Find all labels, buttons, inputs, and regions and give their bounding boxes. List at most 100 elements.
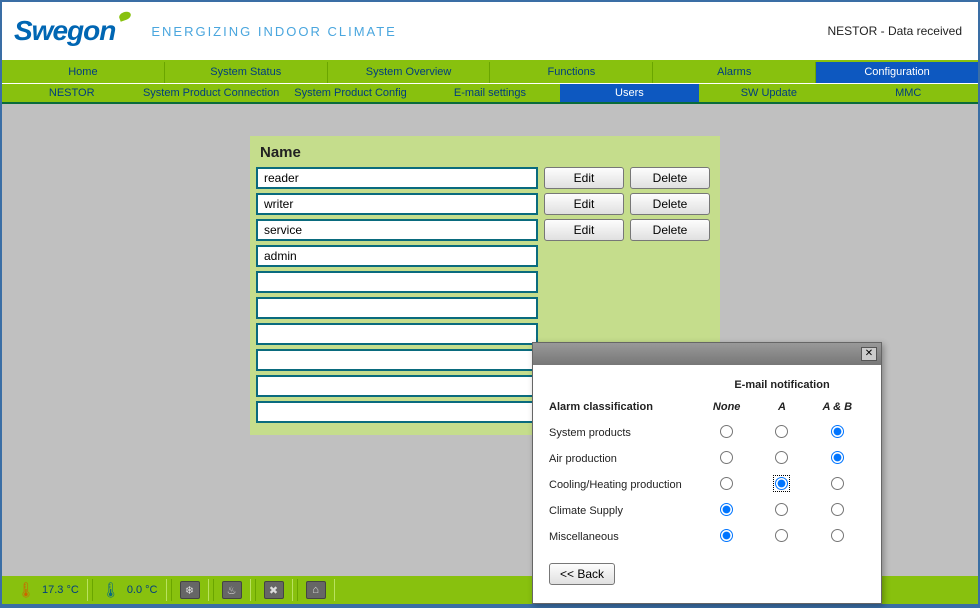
alarm-radio[interactable] <box>831 503 844 516</box>
dialog-body: E-mail notification Alarm classification… <box>533 365 881 603</box>
edit-button[interactable]: Edit <box>544 193 624 215</box>
user-name-input[interactable] <box>256 245 538 267</box>
close-icon[interactable]: ✕ <box>861 347 877 361</box>
radio-cell <box>810 477 865 493</box>
alarm-row-label: Air production <box>549 453 699 465</box>
footer-icon-heating[interactable]: ♨ <box>213 579 251 601</box>
footer-icon-home[interactable]: ⌂ <box>297 579 335 601</box>
user-row <box>256 245 714 267</box>
temp2-value: 0.0 °C <box>127 584 158 596</box>
thermometer-cold-icon: 🌡 <box>101 581 121 599</box>
nav2-tab-sw-update[interactable]: SW Update <box>699 84 838 102</box>
alarm-radio[interactable] <box>831 451 844 464</box>
content-area: Name EditDeleteEditDeleteEditDelete ✕ E-… <box>2 104 978 576</box>
user-name-input[interactable] <box>256 323 538 345</box>
edit-button[interactable]: Edit <box>544 219 624 241</box>
alarm-radio[interactable] <box>775 425 788 438</box>
alarm-row-label: Miscellaneous <box>549 531 699 543</box>
user-row <box>256 297 714 319</box>
nav1-tab-alarms[interactable]: Alarms <box>652 62 815 83</box>
radio-cell <box>699 477 754 493</box>
status-text: NESTOR - Data received <box>828 24 963 38</box>
user-row: Edit Delete <box>256 219 714 241</box>
radio-cell <box>810 425 865 441</box>
alarm-row-label: System products <box>549 427 699 439</box>
header: Swegon ENERGIZING INDOOR CLIMATE NESTOR … <box>2 2 978 62</box>
radio-cell <box>754 425 809 441</box>
app-window: Swegon ENERGIZING INDOOR CLIMATE NESTOR … <box>2 2 978 604</box>
logo-text: Swegon <box>14 15 115 46</box>
alarm-radio[interactable] <box>831 477 844 490</box>
user-name-input[interactable] <box>256 193 538 215</box>
nav1-tab-system-overview[interactable]: System Overview <box>327 62 490 83</box>
delete-button[interactable]: Delete <box>630 167 710 189</box>
nav1-tab-configuration[interactable]: Configuration <box>815 62 978 83</box>
alarm-row: Air production <box>549 451 865 467</box>
radio-cell <box>754 529 809 545</box>
user-name-input[interactable] <box>256 219 538 241</box>
delete-button[interactable]: Delete <box>630 193 710 215</box>
logo: Swegon <box>14 15 129 47</box>
nav2-tab-e-mail-settings[interactable]: E-mail settings <box>420 84 559 102</box>
user-row: Edit Delete <box>256 167 714 189</box>
heat-icon: ♨ <box>222 581 242 599</box>
tagline: ENERGIZING INDOOR CLIMATE <box>151 24 397 39</box>
alarm-row: Miscellaneous <box>549 529 865 545</box>
radio-cell <box>754 503 809 519</box>
alarm-row: Cooling/Heating production <box>549 477 865 493</box>
alarm-radio[interactable] <box>775 451 788 464</box>
leaf-icon <box>118 10 132 22</box>
radio-cell <box>754 451 809 467</box>
nav1-tab-system-status[interactable]: System Status <box>164 62 327 83</box>
radio-cell <box>754 477 809 493</box>
nav2-tab-users[interactable]: Users <box>560 84 699 102</box>
col-a-and-b: A & B <box>810 401 865 413</box>
alarm-row-label: Climate Supply <box>549 505 699 517</box>
alarm-radio[interactable] <box>720 477 733 490</box>
row-header-label: Alarm classification <box>549 401 699 413</box>
nav2-tab-nestor[interactable]: NESTOR <box>2 84 141 102</box>
nav2-tab-system-product-config[interactable]: System Product Config <box>281 84 420 102</box>
alarm-radio[interactable] <box>720 451 733 464</box>
user-name-input[interactable] <box>256 401 538 423</box>
alarm-radio[interactable] <box>720 503 733 516</box>
x-icon: ✖ <box>264 581 284 599</box>
radio-cell <box>810 451 865 467</box>
dialog-super-header: E-mail notification <box>549 379 865 391</box>
nav1-tab-home[interactable]: Home <box>2 62 164 83</box>
user-name-input[interactable] <box>256 375 538 397</box>
alarm-radio[interactable] <box>831 425 844 438</box>
user-name-input[interactable] <box>256 167 538 189</box>
dialog-column-headers: Alarm classification None A A & B <box>549 401 865 413</box>
user-name-input[interactable] <box>256 271 538 293</box>
footer-icon-cooling[interactable]: ❄ <box>171 579 209 601</box>
radio-cell <box>699 529 754 545</box>
dialog-titlebar[interactable]: ✕ <box>533 343 881 365</box>
alarm-radio[interactable] <box>831 529 844 542</box>
house-icon: ⌂ <box>306 581 326 599</box>
primary-nav: HomeSystem StatusSystem OverviewFunction… <box>2 62 978 83</box>
nav2-tab-system-product-connection[interactable]: System Product Connection <box>141 84 280 102</box>
delete-button[interactable]: Delete <box>630 219 710 241</box>
nav2-tab-mmc[interactable]: MMC <box>839 84 978 102</box>
footer-temp-supply: 🌡 0.0 °C <box>92 579 167 601</box>
radio-cell <box>810 503 865 519</box>
col-none: None <box>699 401 754 413</box>
radio-cell <box>699 425 754 441</box>
alarm-radio[interactable] <box>775 503 788 516</box>
col-a: A <box>754 401 809 413</box>
alarm-row: System products <box>549 425 865 441</box>
radio-cell <box>810 529 865 545</box>
alarm-radio[interactable] <box>720 425 733 438</box>
edit-button[interactable]: Edit <box>544 167 624 189</box>
user-name-input[interactable] <box>256 297 538 319</box>
alarm-radio[interactable] <box>775 477 788 490</box>
nav1-tab-functions[interactable]: Functions <box>489 62 652 83</box>
footer-icon-off[interactable]: ✖ <box>255 579 293 601</box>
alarm-radio[interactable] <box>775 529 788 542</box>
thermometer-icon: 🌡 <box>16 581 36 599</box>
alarm-row-label: Cooling/Heating production <box>549 479 699 491</box>
alarm-radio[interactable] <box>720 529 733 542</box>
user-name-input[interactable] <box>256 349 538 371</box>
back-button[interactable]: << Back <box>549 563 615 585</box>
